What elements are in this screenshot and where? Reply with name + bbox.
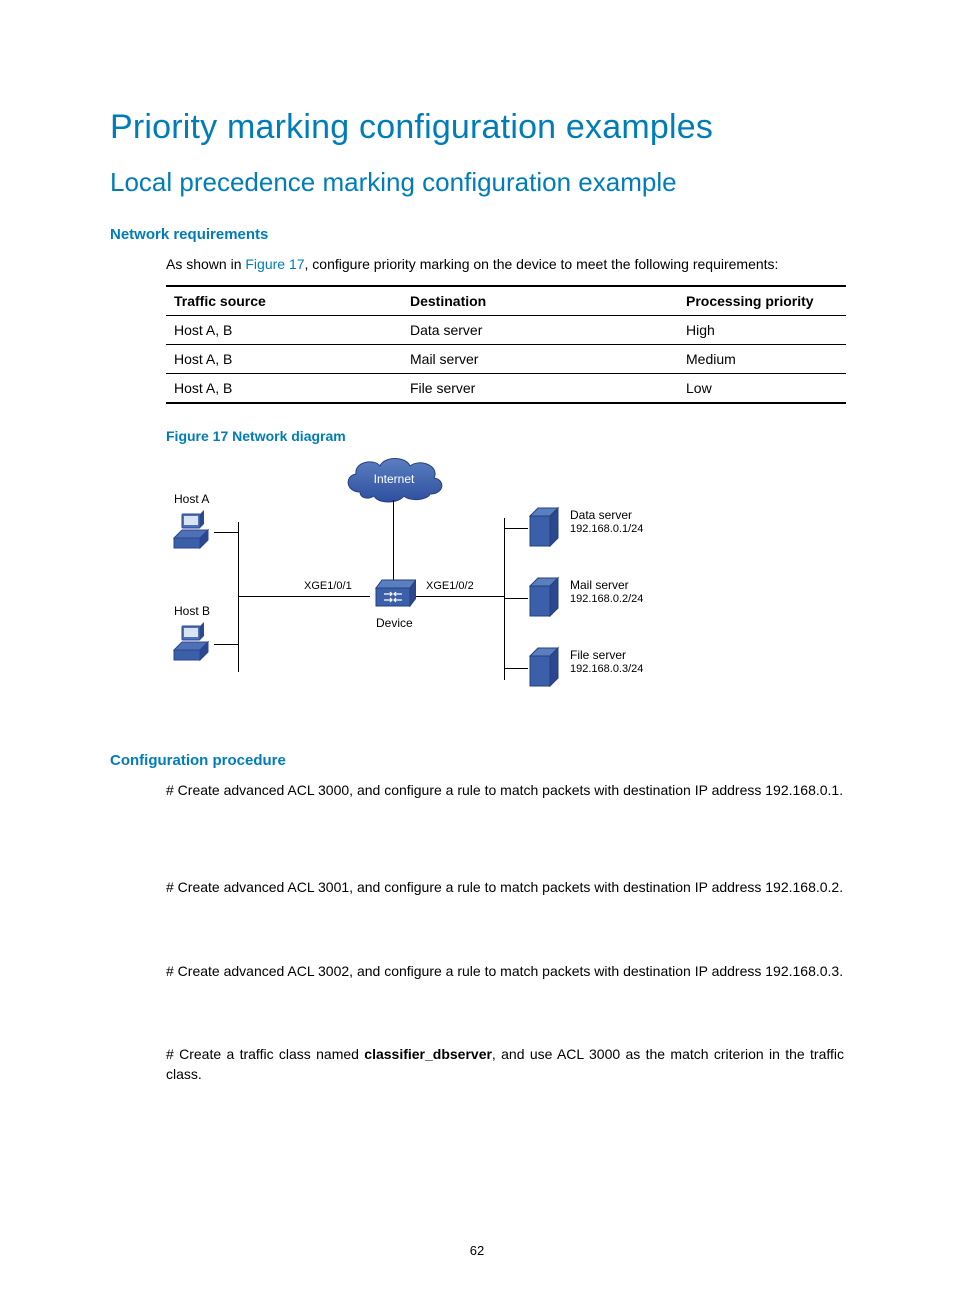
col-destination: Destination: [402, 286, 678, 316]
cell: High: [678, 315, 846, 344]
procedure-step: # Create a traffic class named classifie…: [166, 1045, 844, 1084]
data-server-label: Data server: [570, 508, 632, 522]
network-diagram: Internet Device: [166, 452, 696, 712]
figure-link[interactable]: Figure 17: [245, 256, 304, 272]
mail-server-icon: [528, 576, 560, 620]
procedure-body: # Create advanced ACL 3000, and configur…: [166, 781, 844, 1085]
host-a-label: Host A: [174, 492, 209, 506]
cell: Medium: [678, 344, 846, 373]
host-b-icon: [168, 620, 216, 668]
page: Priority marking configuration examples …: [0, 0, 954, 1296]
cell: Mail server: [402, 344, 678, 373]
cell: Data server: [402, 315, 678, 344]
page-subtitle: Local precedence marking configuration e…: [110, 167, 844, 198]
internet-label: Internet: [374, 472, 415, 486]
table-row: Host A, B Data server High: [166, 315, 846, 344]
bus-line: [238, 522, 239, 672]
device-label: Device: [376, 616, 413, 630]
mail-server-label: Mail server: [570, 578, 629, 592]
link-line: [504, 528, 528, 529]
link-line: [214, 644, 238, 645]
mail-server-ip: 192.168.0.2/24: [570, 593, 643, 605]
link-line: [504, 668, 528, 669]
table-header-row: Traffic source Destination Processing pr…: [166, 286, 846, 316]
page-title: Priority marking configuration examples: [110, 108, 844, 147]
data-server-ip: 192.168.0.1/24: [570, 523, 643, 535]
link-line: [238, 596, 370, 597]
col-traffic-source: Traffic source: [166, 286, 402, 316]
link-line: [393, 500, 394, 580]
col-priority: Processing priority: [678, 286, 846, 316]
procedure-step: # Create advanced ACL 3001, and configur…: [166, 878, 844, 898]
host-a-icon: [168, 508, 216, 556]
cell: Low: [678, 373, 846, 403]
xge2-label: XGE1/0/2: [426, 580, 474, 592]
cell: File server: [402, 373, 678, 403]
link-line: [416, 596, 504, 597]
procedure-step: # Create advanced ACL 3002, and configur…: [166, 962, 844, 982]
intro-post: , configure priority marking on the devi…: [305, 256, 779, 272]
section-configuration-procedure: Configuration procedure: [110, 752, 844, 769]
host-b-label: Host B: [174, 604, 210, 618]
file-server-label: File server: [570, 648, 626, 662]
table-row: Host A, B File server Low: [166, 373, 846, 403]
xge1-label: XGE1/0/1: [304, 580, 352, 592]
procedure-step: # Create advanced ACL 3000, and configur…: [166, 781, 844, 801]
requirements-table: Traffic source Destination Processing pr…: [166, 285, 846, 404]
section-body: As shown in Figure 17, configure priorit…: [166, 255, 844, 712]
cell: Host A, B: [166, 373, 402, 403]
cell: Host A, B: [166, 344, 402, 373]
link-line: [504, 598, 528, 599]
cell: Host A, B: [166, 315, 402, 344]
intro-paragraph: As shown in Figure 17, configure priorit…: [166, 255, 844, 275]
device-icon: [370, 578, 416, 614]
p4-pre: # Create a traffic class named: [166, 1046, 364, 1062]
data-server-icon: [528, 506, 560, 550]
table-row: Host A, B Mail server Medium: [166, 344, 846, 373]
figure-caption: Figure 17 Network diagram: [166, 428, 844, 444]
link-line: [214, 532, 238, 533]
internet-cloud: Internet: [340, 454, 448, 504]
p4-bold: classifier_dbserver: [364, 1046, 492, 1062]
intro-pre: As shown in: [166, 256, 245, 272]
file-server-ip: 192.168.0.3/24: [570, 663, 643, 675]
page-number: 62: [0, 1243, 954, 1258]
file-server-icon: [528, 646, 560, 690]
section-network-requirements: Network requirements: [110, 226, 844, 243]
